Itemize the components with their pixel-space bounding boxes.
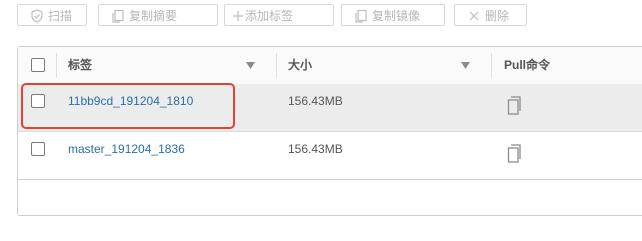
copy-image-label: 复制镜像 (372, 9, 421, 23)
column-header-pull-command: Pull命令 (504, 58, 551, 72)
filter-icon[interactable] (246, 62, 255, 69)
filter-icon[interactable] (461, 62, 470, 69)
column-divider (276, 53, 277, 78)
copy-digest-label: 复制摘要 (129, 9, 178, 23)
tag-link[interactable]: master_191204_1836 (68, 132, 185, 179)
select-all-checkbox[interactable] (31, 58, 45, 72)
column-header-tag: 标签 (68, 58, 93, 72)
size-value: 156.43MB (288, 94, 343, 108)
copy-icon (112, 9, 124, 23)
row-checkbox[interactable] (31, 142, 45, 156)
delete-button[interactable]: 删除 (454, 4, 527, 26)
tag-link[interactable]: 11bb9cd_191204_1810 (68, 84, 193, 131)
table-row[interactable]: master_191204_1836 156.43MB (18, 132, 642, 180)
scan-button[interactable]: 扫描 (17, 4, 87, 26)
copy-icon (355, 9, 367, 23)
clipboard-icon[interactable] (507, 96, 523, 116)
column-divider (56, 53, 57, 78)
add-tag-button[interactable]: 添加标签 (224, 4, 334, 26)
column-divider (491, 53, 492, 78)
table-footer (18, 180, 642, 215)
table-header: 标签 大小 Pull命令 (18, 47, 642, 85)
table-row[interactable]: 11bb9cd_191204_1810 156.43MB (18, 84, 642, 132)
tags-table: 标签 大小 Pull命令 11bb9cd_191204_1810 156.43M… (17, 46, 642, 216)
clipboard-icon[interactable] (507, 144, 523, 164)
add-tag-label: 添加标签 (245, 9, 294, 23)
close-icon (469, 11, 479, 21)
repository-tags-panel: 扫描 复制摘要 添加标签 复制镜像 删除 标签 大小 Pull命令 11bb9c… (0, 0, 642, 241)
column-header-size: 大小 (288, 58, 313, 72)
size-value: 156.43MB (288, 142, 343, 156)
copy-image-button[interactable]: 复制镜像 (341, 4, 445, 26)
scan-button-label: 扫描 (48, 9, 73, 23)
row-checkbox[interactable] (31, 94, 45, 108)
copy-digest-button[interactable]: 复制摘要 (98, 4, 218, 26)
delete-label: 删除 (485, 9, 510, 23)
shield-icon (31, 9, 43, 23)
plus-icon (233, 11, 243, 21)
